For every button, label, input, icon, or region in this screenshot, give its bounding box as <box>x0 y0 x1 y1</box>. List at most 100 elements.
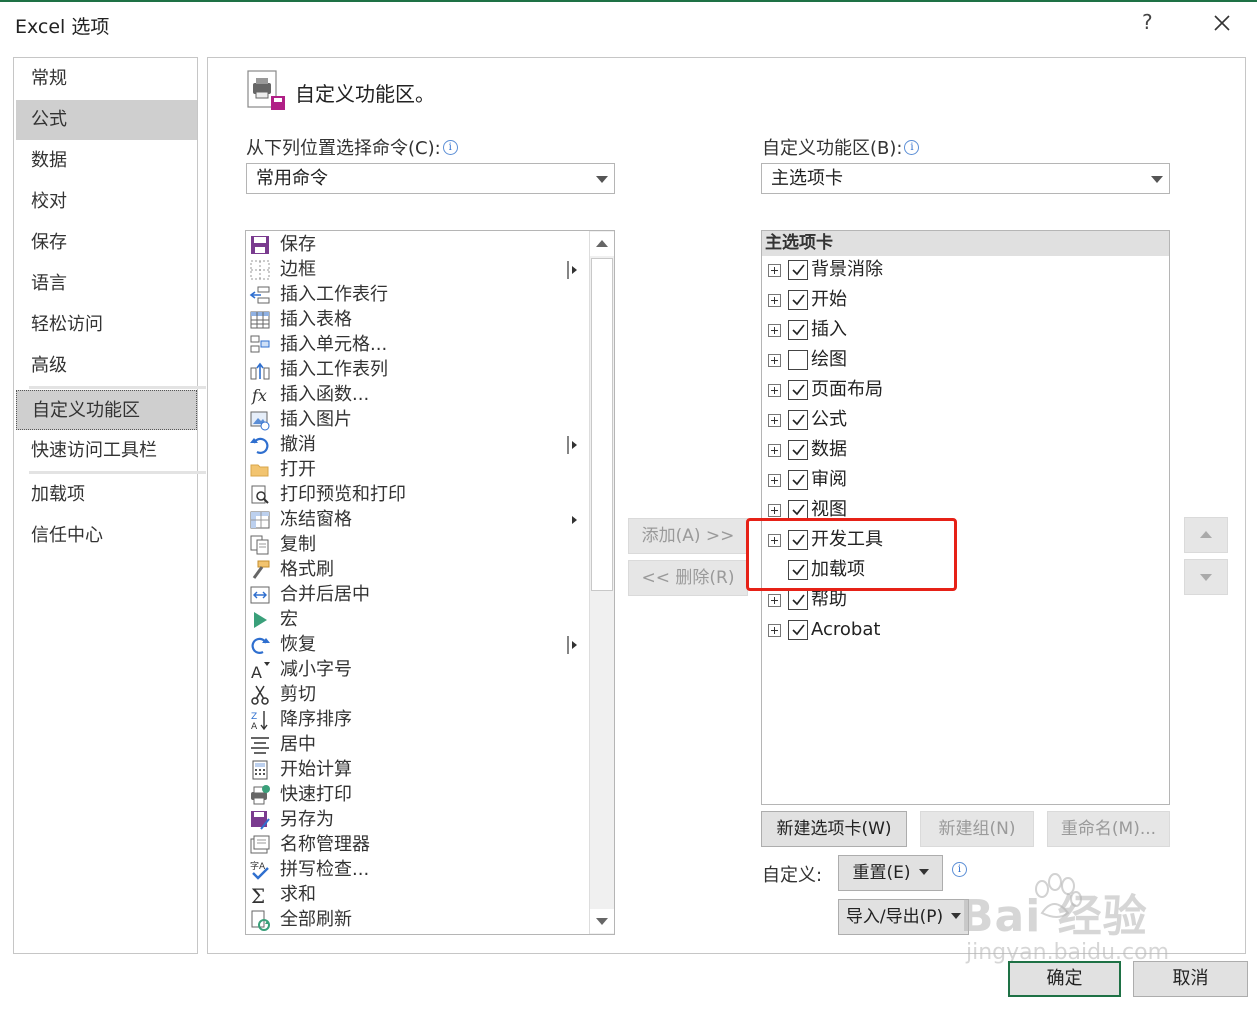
tab-checkbox[interactable] <box>788 320 808 340</box>
tab-checkbox[interactable] <box>788 530 808 550</box>
ribbon-tab-item[interactable]: 插入 <box>762 316 1162 346</box>
command-item[interactable]: 插入表格 <box>246 307 586 332</box>
command-item[interactable]: 插入工作表行 <box>246 282 586 307</box>
sidebar-item-language[interactable]: 语言 <box>16 264 197 304</box>
tab-checkbox[interactable] <box>788 380 808 400</box>
ribbon-tab-item[interactable]: 开始 <box>762 286 1162 316</box>
sidebar-item-addins[interactable]: 加载项 <box>16 475 197 515</box>
scroll-down-button[interactable] <box>590 909 614 933</box>
tab-checkbox[interactable] <box>788 560 808 580</box>
reset-button[interactable]: 重置(E) <box>838 855 943 891</box>
tab-checkbox[interactable] <box>788 290 808 310</box>
rename-button[interactable]: 重命名(M)... <box>1047 811 1170 847</box>
ribbon-tab-item[interactable]: 加载项 <box>762 556 1162 586</box>
expand-plus-icon[interactable] <box>768 264 781 277</box>
command-item[interactable]: 恢复 <box>246 632 586 657</box>
ribbon-tab-item[interactable]: Acrobat <box>762 616 1162 646</box>
command-item[interactable]: 宏 <box>246 607 586 632</box>
sidebar-item-advanced[interactable]: 高级 <box>16 346 197 386</box>
ribbon-tab-item[interactable]: 视图 <box>762 496 1162 526</box>
command-item[interactable]: 字A 拼写检查... <box>246 857 586 882</box>
expand-plus-icon[interactable] <box>768 444 781 457</box>
sidebar-item-trust-center[interactable]: 信任中心 <box>16 516 197 556</box>
command-item[interactable]: 快速打印 <box>246 782 586 807</box>
expand-plus-icon[interactable] <box>768 504 781 517</box>
expand-plus-icon[interactable] <box>768 414 781 427</box>
close-button[interactable] <box>1205 6 1239 40</box>
expand-plus-icon[interactable] <box>768 624 781 637</box>
ribbon-tab-item[interactable]: 审阅 <box>762 466 1162 496</box>
move-up-button[interactable] <box>1184 517 1228 553</box>
expand-plus-icon[interactable] <box>768 294 781 307</box>
command-item[interactable]: 全部刷新 <box>246 907 586 932</box>
commands-list[interactable]: 保存 边框 插入工作表行 插入表格 插入单元格... 插入工作表列 fx 插入函数... 插入图… <box>245 230 615 935</box>
import-export-button[interactable]: 导入/导出(P) <box>838 899 969 935</box>
expand-plus-icon[interactable] <box>768 534 781 547</box>
sidebar-item-general[interactable]: 常规 <box>16 59 197 99</box>
command-item[interactable]: 打印预览和打印 <box>246 482 586 507</box>
cancel-button[interactable]: 取消 <box>1133 961 1248 997</box>
sidebar-item-quick-access-toolbar[interactable]: 快速访问工具栏 <box>16 431 197 471</box>
command-item[interactable]: 居中 <box>246 732 586 757</box>
sidebar-item-formulas[interactable]: 公式 <box>16 100 197 140</box>
sidebar-item-data[interactable]: 数据 <box>16 141 197 181</box>
ribbon-tabs-tree[interactable]: 主选项卡 背景消除 开始 插入 绘图 页面布局 公式 数据 审阅 视图 开发工具 加载项 帮助 Acro… <box>761 230 1170 805</box>
command-item[interactable]: 打开 <box>246 457 586 482</box>
ok-button[interactable]: 确定 <box>1008 961 1121 997</box>
expand-plus-icon[interactable] <box>768 354 781 367</box>
expand-plus-icon[interactable] <box>768 324 781 337</box>
expand-plus-icon[interactable] <box>768 474 781 487</box>
command-item[interactable]: 冻结窗格 <box>246 507 586 532</box>
ribbon-tab-item[interactable]: 帮助 <box>762 586 1162 616</box>
move-down-button[interactable] <box>1184 559 1228 595</box>
command-label: 撤消 <box>280 434 316 455</box>
command-item[interactable]: 复制 <box>246 532 586 557</box>
ribbon-tab-item[interactable]: 页面布局 <box>762 376 1162 406</box>
remove-button[interactable]: << 删除(R) <box>628 560 748 596</box>
sidebar-item-accessibility[interactable]: 轻松访问 <box>16 305 197 345</box>
sidebar-item-save[interactable]: 保存 <box>16 223 197 263</box>
tab-checkbox[interactable] <box>788 350 808 370</box>
new-group-button[interactable]: 新建组(N) <box>920 811 1034 847</box>
ribbon-tab-item[interactable]: 背景消除 <box>762 256 1162 286</box>
command-item[interactable]: A 减小字号 <box>246 657 586 682</box>
command-item[interactable]: Z A 降序排序 <box>246 707 586 732</box>
choose-commands-dropdown[interactable]: 常用命令 <box>246 163 615 194</box>
command-item[interactable]: 插入单元格... <box>246 332 586 357</box>
ribbon-tab-item[interactable]: 公式 <box>762 406 1162 436</box>
sidebar-item-customize-ribbon[interactable]: 自定义功能区 <box>16 390 197 430</box>
command-item[interactable]: fx 插入函数... <box>246 382 586 407</box>
tab-checkbox[interactable] <box>788 410 808 430</box>
command-item[interactable]: 格式刷 <box>246 557 586 582</box>
expand-plus-icon[interactable] <box>768 384 781 397</box>
add-button[interactable]: 添加(A) >> <box>628 518 748 554</box>
command-item[interactable]: 开始计算 <box>246 757 586 782</box>
scroll-thumb[interactable] <box>591 258 613 591</box>
command-item[interactable]: 合并后居中 <box>246 582 586 607</box>
sidebar-item-proofing[interactable]: 校对 <box>16 182 197 222</box>
command-item[interactable]: 撤消 <box>246 432 586 457</box>
scroll-up-button[interactable] <box>590 232 614 256</box>
commands-scrollbar[interactable] <box>589 231 614 934</box>
command-item[interactable]: 剪切 <box>246 682 586 707</box>
command-item[interactable]: 名称管理器 <box>246 832 586 857</box>
help-button[interactable]: ? <box>1142 10 1153 34</box>
new-tab-button[interactable]: 新建选项卡(W) <box>761 811 907 847</box>
command-item[interactable]: 另存为 <box>246 807 586 832</box>
expand-plus-icon[interactable] <box>768 594 781 607</box>
command-item[interactable]: 保存 <box>246 232 586 257</box>
tab-checkbox[interactable] <box>788 590 808 610</box>
tab-checkbox[interactable] <box>788 260 808 280</box>
command-item[interactable]: Σ 求和 <box>246 882 586 907</box>
command-item[interactable]: 边框 <box>246 257 586 282</box>
ribbon-tab-item[interactable]: 开发工具 <box>762 526 1162 556</box>
tab-checkbox[interactable] <box>788 620 808 640</box>
tab-checkbox[interactable] <box>788 440 808 460</box>
tab-checkbox[interactable] <box>788 500 808 520</box>
customize-ribbon-dropdown[interactable]: 主选项卡 <box>761 163 1170 194</box>
command-item[interactable]: 插入图片 <box>246 407 586 432</box>
command-item[interactable]: 插入工作表列 <box>246 357 586 382</box>
ribbon-tab-item[interactable]: 绘图 <box>762 346 1162 376</box>
tab-checkbox[interactable] <box>788 470 808 490</box>
ribbon-tab-item[interactable]: 数据 <box>762 436 1162 466</box>
